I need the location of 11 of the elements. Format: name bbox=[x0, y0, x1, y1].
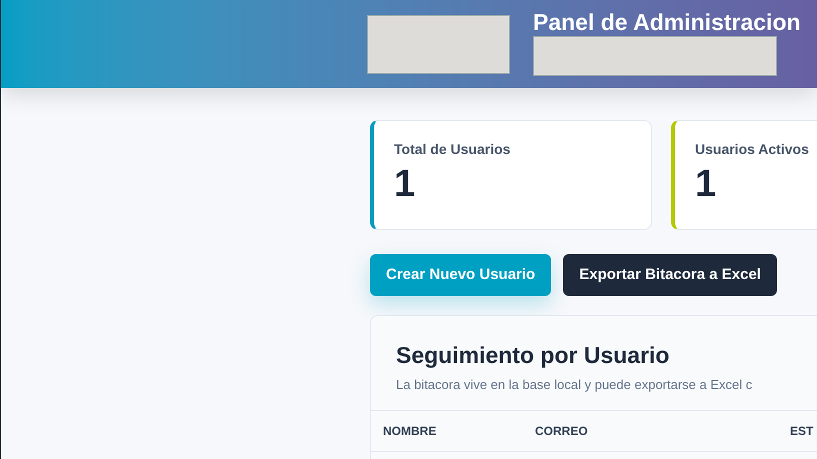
stat-label: Total de Usuarios bbox=[394, 140, 510, 159]
action-button[interactable]: Exportar Bitacora a Excel bbox=[563, 254, 777, 296]
stat-value: 1 bbox=[394, 162, 416, 207]
column-header: EST bbox=[790, 423, 814, 440]
stat-label: Usuarios Activos bbox=[695, 140, 809, 159]
column-header: CORREO bbox=[535, 423, 589, 440]
section-description: La bitacora vive en la base local y puede exportarse a Excel c bbox=[396, 376, 754, 394]
column-header: NOMBRE bbox=[383, 423, 438, 440]
header-title: Panel de Administracion bbox=[533, 8, 801, 36]
stat-value: 1 bbox=[695, 162, 716, 207]
section-title: Seguimiento por Usuario bbox=[396, 341, 670, 370]
